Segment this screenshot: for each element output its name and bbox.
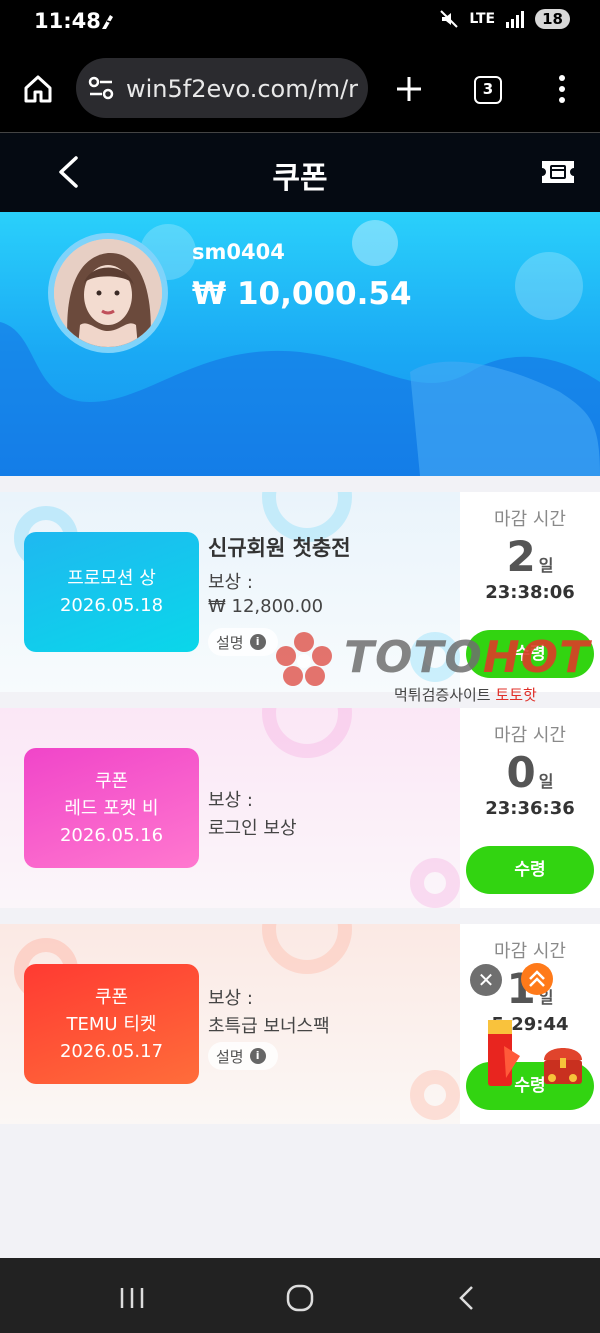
deadline-panel: 마감 시간 1일 5:29:44 수령 — [460, 924, 600, 1124]
days-remaining: 0일 — [460, 748, 600, 797]
tab-switcher-button[interactable]: 3 — [474, 76, 502, 104]
watermark-sub-b: 토토핫 — [495, 686, 537, 704]
treasure-chest-icon[interactable] — [540, 1038, 586, 1088]
deadline-label: 마감 시간 — [494, 725, 566, 746]
username: sm0404 — [192, 240, 285, 264]
new-tab-icon[interactable] — [395, 75, 423, 103]
reward-value: 초특급 보너스팩 — [208, 1016, 330, 1037]
days-remaining: 2일 — [460, 532, 600, 581]
edge-panel-icon — [102, 15, 114, 29]
decor-bubble — [515, 252, 583, 320]
coupon-badge: 프로모션 상 2026.05.18 — [24, 532, 199, 652]
signal-icon — [506, 11, 525, 28]
coupon-ticket-icon[interactable] — [540, 159, 576, 185]
back-nav-icon[interactable] — [456, 1284, 478, 1312]
time-remaining: 5:29:44 — [491, 1014, 569, 1035]
watermark-sub-a: 먹튀검증사이트 — [394, 686, 491, 704]
home-icon[interactable] — [22, 73, 54, 105]
reward-label: 보상 : — [208, 790, 253, 811]
badge-date: 2026.05.18 — [59, 595, 164, 616]
watermark-subtitle: 먹튀검증사이트 토토핫 — [394, 684, 537, 705]
badge-type: 프로모션 상 — [67, 568, 156, 589]
info-icon: i — [249, 634, 266, 650]
badge-date: 2026.05.16 — [59, 824, 164, 846]
watermark-brand: TOTOHOT — [344, 632, 590, 683]
coupon-badge: 쿠폰 TEMU 티켓 2026.05.17 — [24, 964, 199, 1084]
badge-name: TEMU 티켓 — [66, 1013, 157, 1035]
deadline-label: 마감 시간 — [494, 509, 566, 530]
watermark: TOTOHOT 먹튀검증사이트 토토핫 — [272, 628, 600, 708]
status-icons: LTE 18 — [439, 9, 570, 29]
browser-toolbar: win5f2evo.com/m/r 3 — [0, 44, 600, 132]
site-settings-icon[interactable] — [88, 76, 114, 100]
days-number: 2 — [506, 532, 536, 581]
url-text: win5f2evo.com/m/r — [126, 75, 359, 103]
time-remaining: 23:38:06 — [485, 582, 575, 603]
page-title: 쿠폰 — [272, 161, 328, 196]
reward-value: 로그인 보상 — [208, 818, 297, 839]
badge-name: 레드 포켓 비 — [64, 797, 159, 819]
watermark-logo-icon — [276, 632, 332, 686]
badge-type: 쿠폰 — [94, 770, 129, 792]
description-label: 설명 — [216, 633, 244, 652]
recent-apps-icon[interactable] — [118, 1286, 146, 1310]
days-unit: 일 — [538, 772, 554, 791]
mute-icon — [440, 10, 459, 28]
coupon-card: 쿠폰 TEMU 티켓 2026.05.17 보상 : 초특급 보너스팩 설명 i… — [0, 924, 600, 1124]
coupon-badge: 쿠폰 레드 포켓 비 2026.05.16 — [24, 748, 199, 868]
system-nav-bar — [0, 1258, 600, 1333]
deadline-panel: 마감 시간 0일 23:36:36 수령 — [460, 708, 600, 908]
red-envelope-icon[interactable] — [484, 1016, 524, 1090]
reward-value: ₩ 12,800.00 — [208, 596, 324, 617]
scroll-top-icon[interactable] — [520, 962, 554, 996]
description-button[interactable]: 설명 i — [208, 628, 278, 656]
profile-banner: sm0404 ₩ 10,000.54 — [0, 212, 600, 476]
network-type: LTE — [469, 11, 496, 27]
battery-indicator: 18 — [535, 9, 570, 29]
badge-type: 쿠폰 — [94, 986, 129, 1008]
reward-label: 보상 : — [208, 572, 253, 593]
home-nav-icon[interactable] — [285, 1284, 315, 1312]
description-button[interactable]: 설명 i — [208, 1042, 278, 1070]
decor-ring — [262, 708, 352, 758]
watermark-brand-a: TOTO — [344, 632, 483, 683]
avatar[interactable] — [48, 233, 168, 353]
status-bar: 11:48 LTE 18 — [0, 0, 600, 44]
watermark-brand-b: HOT — [482, 632, 591, 683]
claim-button[interactable]: 수령 — [466, 846, 594, 894]
coupon-title: 신규회원 첫충전 — [208, 536, 351, 560]
coupon-card: 쿠폰 레드 포켓 비 2026.05.16 보상 : 로그인 보상 마감 시간 … — [0, 708, 600, 908]
address-bar[interactable]: win5f2evo.com/m/r — [76, 58, 368, 118]
decor-ring — [410, 858, 460, 908]
status-time: 11:48 — [34, 9, 101, 33]
decor-bubble — [352, 220, 398, 266]
balance: ₩ 10,000.54 — [192, 276, 412, 312]
reward-label: 보상 : — [208, 988, 253, 1009]
deadline-label: 마감 시간 — [494, 941, 566, 962]
decor-ring — [262, 924, 352, 974]
avatar-image — [54, 239, 162, 347]
decor-ring — [410, 1070, 460, 1120]
more-menu-icon[interactable] — [552, 74, 572, 104]
description-label: 설명 — [216, 1047, 244, 1066]
app-header: 쿠폰 — [0, 133, 600, 212]
days-number: 0 — [506, 748, 536, 797]
badge-date: 2026.05.17 — [59, 1040, 164, 1062]
info-icon: i — [249, 1048, 266, 1064]
close-promo-icon[interactable]: ✕ — [470, 964, 502, 996]
time-remaining: 23:36:36 — [485, 798, 575, 819]
days-unit: 일 — [538, 556, 554, 575]
